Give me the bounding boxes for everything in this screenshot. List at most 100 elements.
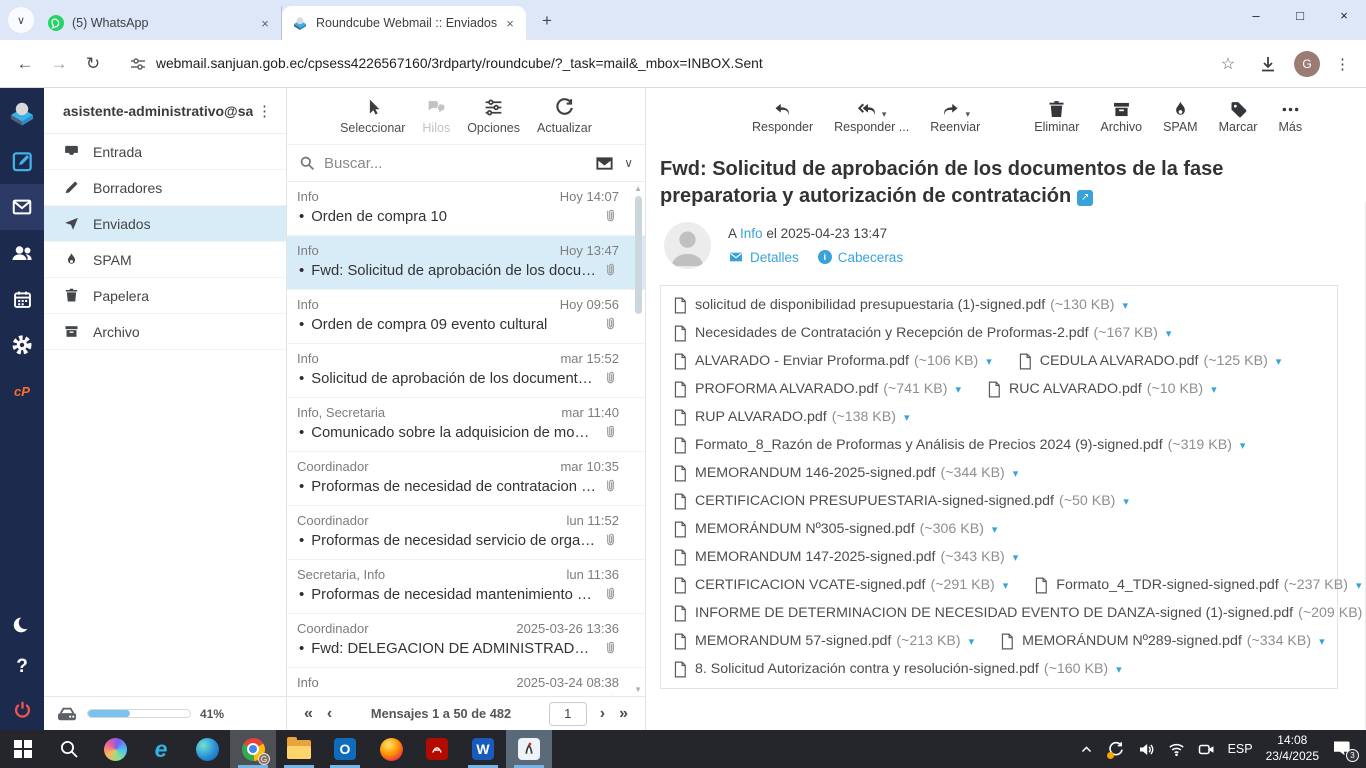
- attachment-link[interactable]: 8. Solicitud Autorización contra y resol…: [673, 661, 1122, 678]
- refresh-button[interactable]: Actualizar: [537, 97, 592, 135]
- attachment-link[interactable]: ALVARADO - Enviar Proforma.pdf (~106 KB)…: [673, 353, 992, 370]
- settings-nav-button[interactable]: [0, 322, 44, 368]
- attachment-link[interactable]: CEDULA ALVARADO.pdf (~125 KB) ▾: [1018, 353, 1282, 370]
- clock[interactable]: 14:08 23/4/2025: [1266, 733, 1319, 764]
- delete-button[interactable]: Eliminar: [1034, 98, 1079, 134]
- message-row[interactable]: Info 2025-03-24 08:38 •: [287, 668, 645, 696]
- notifications-button[interactable]: 3: [1332, 740, 1354, 758]
- attachment-menu-caret[interactable]: ▾: [1123, 495, 1129, 508]
- acrobat-button[interactable]: [414, 730, 460, 768]
- volume-icon[interactable]: [1138, 741, 1155, 758]
- contacts-nav-button[interactable]: [0, 230, 44, 276]
- attachment-link[interactable]: MEMORANDUM 147-2025-signed.pdf (~343 KB)…: [673, 549, 1018, 566]
- attachment-menu-caret[interactable]: ▾: [986, 355, 992, 368]
- folder-entrada[interactable]: Entrada: [44, 134, 286, 170]
- attachment-menu-caret[interactable]: ▾: [955, 383, 961, 396]
- message-row[interactable]: Info Hoy 13:47 • Fwd: Solicitud de aprob…: [287, 236, 645, 290]
- attachment-menu-caret[interactable]: ▾: [992, 523, 998, 536]
- message-row[interactable]: Info Hoy 09:56 • Orden de compra 09 even…: [287, 290, 645, 344]
- attachment-link[interactable]: INFORME DE DETERMINACION DE NECESIDAD EV…: [673, 605, 1366, 622]
- message-row[interactable]: Info, Secretaria mar 11:40 • Comunicado …: [287, 398, 645, 452]
- attachment-link[interactable]: CERTIFICACION PRESUPUESTARIA-signed-sign…: [673, 493, 1129, 510]
- next-page-button[interactable]: ›: [593, 705, 612, 723]
- reply-button[interactable]: Responder: [752, 98, 813, 134]
- archive-button[interactable]: Archivo: [1100, 98, 1142, 134]
- sync-status-icon[interactable]: [1108, 741, 1125, 758]
- compose-button[interactable]: [0, 138, 44, 184]
- calendar-nav-button[interactable]: [0, 276, 44, 322]
- message-row[interactable]: Info mar 15:52 • Solicitud de aprobación…: [287, 344, 645, 398]
- attachment-menu-caret[interactable]: ▾: [1013, 467, 1019, 480]
- folder-spam[interactable]: SPAM: [44, 242, 286, 278]
- attachment-link[interactable]: RUP ALVARADO.pdf (~138 KB) ▾: [673, 409, 910, 426]
- folder-papelera[interactable]: Papelera: [44, 278, 286, 314]
- forward-caret[interactable]: ▾: [965, 109, 970, 120]
- minimize-button[interactable]: –: [1234, 0, 1278, 30]
- options-button[interactable]: Opciones: [467, 97, 520, 135]
- copilot-button[interactable]: [92, 730, 138, 768]
- help-icon[interactable]: ?: [0, 646, 44, 688]
- attachment-link[interactable]: Necesidades de Contratación y Recepción …: [673, 325, 1171, 342]
- bookmark-star-icon[interactable]: ☆: [1214, 50, 1242, 78]
- list-scroll-down-icon[interactable]: ▼: [634, 685, 642, 694]
- language-indicator[interactable]: ESP: [1228, 742, 1253, 756]
- mail-nav-button[interactable]: [0, 184, 44, 230]
- list-scroll-up-icon[interactable]: ▲: [634, 184, 642, 193]
- attachment-menu-caret[interactable]: ▾: [1240, 439, 1246, 452]
- details-toggle[interactable]: Detalles: [728, 249, 799, 265]
- select-button[interactable]: Seleccionar: [340, 97, 405, 135]
- attachment-menu-caret[interactable]: ▾: [904, 411, 910, 424]
- internet-explorer-button[interactable]: e: [138, 730, 184, 768]
- attachment-menu-caret[interactable]: ▾: [1319, 635, 1325, 648]
- spam-button[interactable]: SPAM: [1163, 98, 1198, 134]
- list-scrollbar-thumb[interactable]: [635, 196, 642, 314]
- folder-borradores[interactable]: Borradores: [44, 170, 286, 206]
- attachment-menu-caret[interactable]: ▾: [1356, 579, 1362, 592]
- dark-mode-icon[interactable]: [0, 604, 44, 646]
- account-menu-icon[interactable]: ⋮: [253, 102, 276, 120]
- search-options-caret[interactable]: ∨: [624, 156, 633, 170]
- more-button[interactable]: Más: [1278, 98, 1302, 134]
- tab-roundcube[interactable]: Roundcube Webmail :: Enviados ×: [282, 6, 526, 40]
- recipient-link[interactable]: Info: [740, 226, 763, 241]
- mark-button[interactable]: Marcar: [1219, 98, 1258, 134]
- avatar[interactable]: G: [1294, 51, 1320, 77]
- attachment-link[interactable]: RUC ALVARADO.pdf (~10 KB) ▾: [987, 381, 1217, 398]
- message-row[interactable]: Coordinador mar 10:35 • Proformas de nec…: [287, 452, 645, 506]
- forward-button[interactable]: →: [44, 49, 74, 79]
- message-row[interactable]: Secretaria, Info lun 11:36 • Proformas d…: [287, 560, 645, 614]
- downloads-icon[interactable]: [1254, 50, 1282, 78]
- attachment-link[interactable]: MEMORANDUM 57-signed.pdf (~213 KB) ▾: [673, 633, 974, 650]
- attachment-menu-caret[interactable]: ▾: [1013, 551, 1019, 564]
- attachment-link[interactable]: MEMORANDUM 146-2025-signed.pdf (~344 KB)…: [673, 465, 1018, 482]
- attachment-menu-caret[interactable]: ▾: [1166, 327, 1172, 340]
- folder-archivo[interactable]: Archivo: [44, 314, 286, 350]
- threads-button[interactable]: Hilos: [422, 97, 450, 135]
- prev-page-button[interactable]: ‹: [320, 705, 339, 723]
- attachment-menu-caret[interactable]: ▾: [1122, 299, 1128, 312]
- attachment-menu-caret[interactable]: ▾: [1276, 355, 1282, 368]
- file-explorer-button[interactable]: [276, 730, 322, 768]
- forward-button[interactable]: ▾ Reenviar: [930, 98, 980, 134]
- message-row[interactable]: Coordinador 2025-03-26 13:36 • Fwd: DELE…: [287, 614, 645, 668]
- attachment-menu-caret[interactable]: ▾: [1116, 663, 1122, 676]
- back-button[interactable]: ←: [10, 49, 40, 79]
- close-icon[interactable]: ×: [502, 15, 518, 31]
- message-row[interactable]: Info Hoy 14:07 • Orden de compra 10: [287, 182, 645, 236]
- reply-all-caret[interactable]: ▾: [882, 109, 887, 120]
- meet-now-icon[interactable]: [1198, 741, 1215, 758]
- attachment-link[interactable]: Formato_4_TDR-signed-signed.pdf (~237 KB…: [1034, 577, 1361, 594]
- edge-button[interactable]: [184, 730, 230, 768]
- attachment-link[interactable]: PROFORMA ALVARADO.pdf (~741 KB) ▾: [673, 381, 961, 398]
- attachment-menu-caret[interactable]: ▾: [1003, 579, 1009, 592]
- first-page-button[interactable]: «: [297, 705, 320, 723]
- open-in-new-window-icon[interactable]: ↗: [1077, 190, 1093, 206]
- reload-button[interactable]: ↻: [78, 49, 108, 79]
- attachment-link[interactable]: CERTIFICACION VCATE-signed.pdf (~291 KB)…: [673, 577, 1008, 594]
- page-number-input[interactable]: [549, 702, 587, 726]
- headers-toggle[interactable]: i Cabeceras: [818, 250, 903, 265]
- taskbar-search-button[interactable]: [46, 730, 92, 768]
- attachment-link[interactable]: MEMORÁNDUM Nº289-signed.pdf (~334 KB) ▾: [1000, 633, 1324, 650]
- new-tab-button[interactable]: +: [534, 8, 560, 34]
- attachment-link[interactable]: solicitud de disponibilidad presupuestar…: [673, 297, 1128, 314]
